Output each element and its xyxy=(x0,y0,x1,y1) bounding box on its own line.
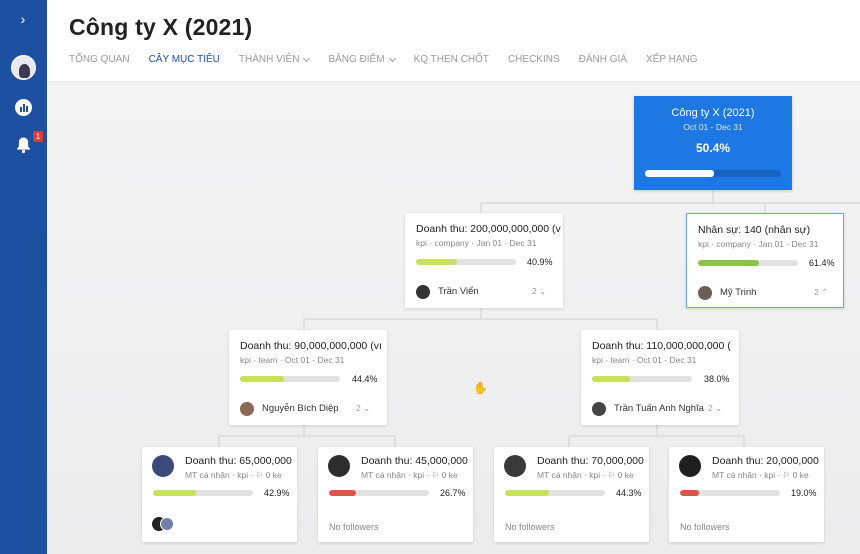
chevron-down-icon xyxy=(303,54,311,62)
owner-avatar xyxy=(592,402,606,416)
owner-name: Trần Viển xyxy=(438,286,479,297)
tab-bar: TỔNG QUAN CÂY MỤC TIÊU THÀNH VIÊN BẢNG Đ… xyxy=(69,54,716,65)
goal-card-revenue-team-2[interactable]: Doanh thu: 110,000,000,000 ( kpi · team … xyxy=(581,330,739,425)
tab-goal-tree[interactable]: CÂY MỤC TIÊU xyxy=(149,54,220,65)
progress-bar xyxy=(680,490,780,496)
page-title: Công ty X (2021) xyxy=(69,14,253,40)
tab-members[interactable]: THÀNH VIÊN xyxy=(239,54,311,65)
owner-avatar xyxy=(152,455,174,477)
chart-icon[interactable] xyxy=(15,99,32,116)
tab-checkins[interactable]: CHECKINS xyxy=(508,54,560,65)
goal-card-personal-1[interactable]: Doanh thu: 65,000,000 MT cá nhân · kpi ·… xyxy=(142,447,297,542)
goal-meta: kpi · company · Jan 01 - Dec 31 xyxy=(416,238,537,248)
root-goal-title: Công ty X (2021) xyxy=(671,107,755,119)
goal-card-headcount[interactable]: Nhân sự: 140 (nhân sự) kpi · company · J… xyxy=(686,213,844,308)
progress-label: 44.3% xyxy=(616,488,642,498)
progress-label: 44.4% xyxy=(352,374,378,384)
tab-key-results[interactable]: KQ THEN CHỐT xyxy=(414,54,489,65)
goal-meta: MT cá nhân · kpi · ⚐ 0 ke xyxy=(185,470,282,480)
followers-text: No followers xyxy=(329,522,379,532)
owner-name: Mỹ Trinh xyxy=(720,287,757,298)
goal-meta: MT cá nhân · kpi · ⚐ 0 ke xyxy=(361,470,458,480)
progress-bar xyxy=(416,259,516,265)
notification-badge: 1 xyxy=(33,131,43,142)
progress-label: 42.9% xyxy=(264,488,290,498)
owner-avatar xyxy=(328,455,350,477)
goal-title: Doanh thu: 20,000,000 xyxy=(712,455,819,467)
owner-avatar xyxy=(679,455,701,477)
goal-meta: kpi · company · Jan 01 - Dec 31 xyxy=(698,239,819,249)
children-toggle[interactable]: 2 ⌄ xyxy=(708,403,722,414)
goal-title: Doanh thu: 200,000,000,000 (v xyxy=(416,223,561,235)
followers-text: No followers xyxy=(680,522,730,532)
progress-bar xyxy=(240,376,340,382)
goal-meta: MT cá nhân · kpi · ⚐ 0 ke xyxy=(712,470,809,480)
progress-bar xyxy=(505,490,605,496)
bell-icon[interactable] xyxy=(15,136,32,154)
chevron-down-icon xyxy=(388,54,396,62)
tab-scoreboard[interactable]: BẢNG ĐIỂM xyxy=(328,54,396,65)
progress-bar xyxy=(698,260,798,266)
children-toggle[interactable]: 2 ⌃ xyxy=(814,287,828,298)
goal-card-revenue-company[interactable]: Doanh thu: 200,000,000,000 (v kpi · comp… xyxy=(405,213,563,308)
goal-title: Nhân sự: 140 (nhân sự) xyxy=(698,224,811,236)
root-progress-bar xyxy=(645,170,781,177)
goal-card-personal-2[interactable]: Doanh thu: 45,000,000 MT cá nhân · kpi ·… xyxy=(318,447,473,542)
progress-label: 40.9% xyxy=(527,257,553,267)
root-goal-progress-label: 50.4% xyxy=(695,141,731,155)
tab-overview[interactable]: TỔNG QUAN xyxy=(69,54,130,65)
goal-meta: kpi · team · Oct 01 - Dec 31 xyxy=(240,355,345,365)
goal-title: Doanh thu: 90,000,000,000 (vı xyxy=(240,340,382,352)
progress-label: 26.7% xyxy=(440,488,466,498)
hand-cursor-icon: ✋ xyxy=(473,381,488,395)
goal-card-personal-4[interactable]: Doanh thu: 20,000,000 MT cá nhân · kpi ·… xyxy=(669,447,824,542)
progress-label: 61.4% xyxy=(809,258,835,268)
owner-name: Trần Tuấn Anh Nghĩa xyxy=(614,403,704,414)
owner-avatar xyxy=(240,402,254,416)
goal-card-personal-3[interactable]: Doanh thu: 70,000,000 MT cá nhân · kpi ·… xyxy=(494,447,649,542)
goal-title: Doanh thu: 45,000,000 xyxy=(361,455,468,467)
sidebar: › 1 xyxy=(0,0,47,554)
user-avatar[interactable] xyxy=(11,55,36,80)
progress-bar xyxy=(153,490,253,496)
progress-bar xyxy=(329,490,429,496)
children-toggle[interactable]: 2 ⌄ xyxy=(532,286,546,297)
progress-label: 38.0% xyxy=(704,374,730,384)
owner-name: Nguyễn Bích Diệp xyxy=(262,403,339,414)
owner-avatar xyxy=(698,286,712,300)
owner-avatar xyxy=(416,285,430,299)
goal-title: Doanh thu: 110,000,000,000 ( xyxy=(592,340,731,352)
owner-avatar xyxy=(504,455,526,477)
progress-label: 19.0% xyxy=(791,488,817,498)
goal-meta: kpi · team · Oct 01 - Dec 31 xyxy=(592,355,697,365)
goal-card-revenue-team-1[interactable]: Doanh thu: 90,000,000,000 (vı kpi · team… xyxy=(229,330,387,425)
expand-chevron-icon[interactable]: › xyxy=(12,8,34,30)
goal-tree-canvas[interactable]: Công ty X (2021) Oct 01 - Dec 31 50.4% D… xyxy=(47,83,860,554)
root-goal-date: Oct 01 - Dec 31 xyxy=(683,122,743,132)
tab-ranking[interactable]: XẾP HẠNG xyxy=(646,54,698,65)
follower-avatar xyxy=(160,517,174,531)
progress-bar xyxy=(592,376,692,382)
page-header: Công ty X (2021) TỔNG QUAN CÂY MỤC TIÊU … xyxy=(47,0,860,82)
followers-text: No followers xyxy=(505,522,555,532)
root-goal-card[interactable]: Công ty X (2021) Oct 01 - Dec 31 50.4% xyxy=(634,96,792,190)
goal-title: Doanh thu: 70,000,000 xyxy=(537,455,644,467)
goal-title: Doanh thu: 65,000,000 xyxy=(185,455,292,467)
tab-reviews[interactable]: ĐÁNH GIÁ xyxy=(579,54,627,65)
goal-meta: MT cá nhân · kpi · ⚐ 0 ke xyxy=(537,470,634,480)
children-toggle[interactable]: 2 ⌄ xyxy=(356,403,370,414)
